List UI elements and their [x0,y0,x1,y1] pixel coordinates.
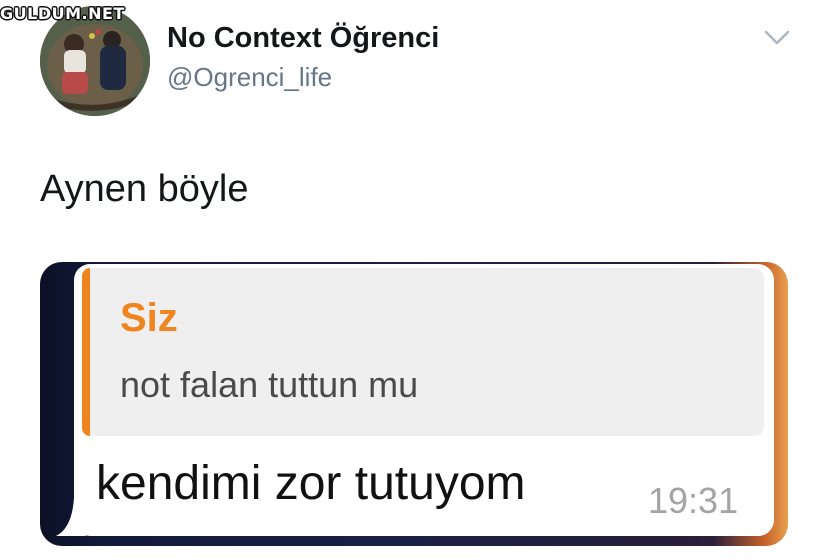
quote-accent-bar [82,268,90,436]
quoted-text: not falan tuttun mu [120,364,419,405]
watermark: GULDUM.NET [0,4,125,23]
message-time: 19:31 [648,480,739,521]
chevron-down-icon[interactable] [764,28,790,48]
user-handle[interactable]: @Ogrenci_life [167,62,332,93]
message-text: kendimi zor tutuyom [96,457,526,510]
display-name[interactable]: No Context Öğrenci [167,22,439,55]
quoted-author: Siz [120,296,178,340]
quoted-message[interactable] [82,268,764,436]
tweet-text: Aynen böyle [40,168,249,210]
